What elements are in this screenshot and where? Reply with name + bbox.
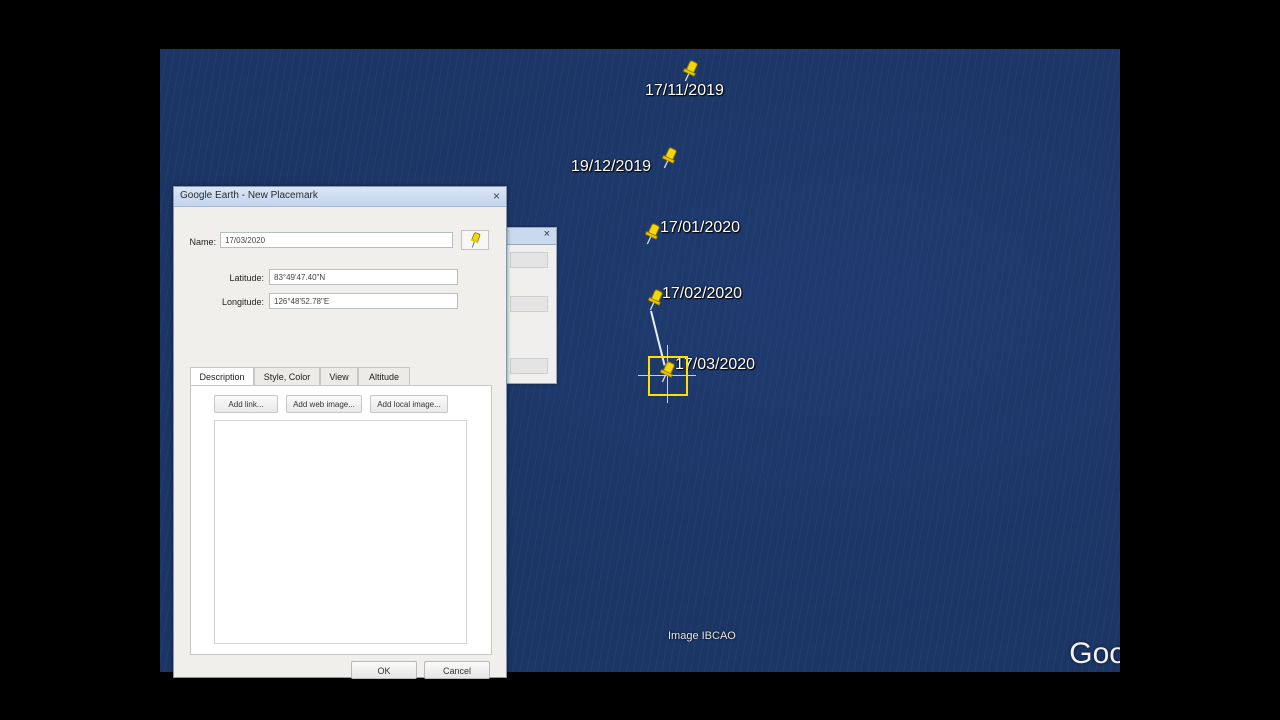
longitude-label: Longitude:: [221, 297, 264, 307]
dialog-titlebar[interactable]: Google Earth - New Placemark ×: [174, 187, 506, 207]
add-local-image-button[interactable]: Add local image...: [370, 395, 448, 413]
longitude-field[interactable]: 126°48'52.78"E: [269, 293, 458, 309]
tab-altitude[interactable]: Altitude: [358, 367, 410, 386]
tab-description[interactable]: Description: [190, 367, 254, 386]
pushpin-icon[interactable]: [659, 146, 679, 170]
ok-button[interactable]: OK: [351, 661, 417, 679]
background-dialog-button: [510, 358, 548, 374]
pushpin-icon: [470, 232, 481, 248]
name-field[interactable]: 17/03/2020: [220, 232, 453, 248]
tab-view[interactable]: View: [320, 367, 358, 386]
description-textarea[interactable]: [214, 420, 467, 644]
google-logo: Goo: [1069, 637, 1120, 670]
close-icon[interactable]: ×: [544, 228, 550, 240]
imagery-attribution: Image IBCAO: [668, 630, 736, 642]
background-dialog-button: [510, 252, 548, 268]
placemark-label[interactable]: 17/11/2019: [645, 82, 724, 100]
dialog-title: Google Earth - New Placemark: [180, 190, 318, 201]
pushpin-icon[interactable]: [645, 288, 665, 312]
placemark-icon-button[interactable]: [461, 230, 489, 250]
placemark-label[interactable]: 17/01/2020: [660, 219, 740, 237]
latitude-field[interactable]: 83°49'47.40"N: [269, 269, 458, 285]
new-placemark-dialog: Google Earth - New Placemark × Name: 17/…: [173, 186, 507, 679]
background-dialog-field: [510, 296, 548, 312]
add-link-button[interactable]: Add link...: [214, 395, 278, 413]
pushpin-icon[interactable]: [642, 222, 662, 246]
placemark-label[interactable]: 19/12/2019: [571, 158, 651, 176]
pushpin-icon[interactable]: [657, 360, 677, 384]
background-dialog: ×: [505, 227, 557, 384]
name-label: Name:: [189, 237, 216, 247]
add-web-image-button[interactable]: Add web image...: [286, 395, 362, 413]
latitude-label: Latitude:: [229, 273, 264, 283]
tab-style-color[interactable]: Style, Color: [254, 367, 320, 386]
description-panel: Add link... Add web image... Add local i…: [190, 385, 492, 655]
cancel-button[interactable]: Cancel: [424, 661, 490, 679]
background-dialog-titlebar: ×: [506, 228, 556, 245]
placemark-label[interactable]: 17/02/2020: [662, 285, 742, 303]
pushpin-icon[interactable]: [680, 59, 700, 83]
close-icon[interactable]: ×: [493, 189, 500, 203]
